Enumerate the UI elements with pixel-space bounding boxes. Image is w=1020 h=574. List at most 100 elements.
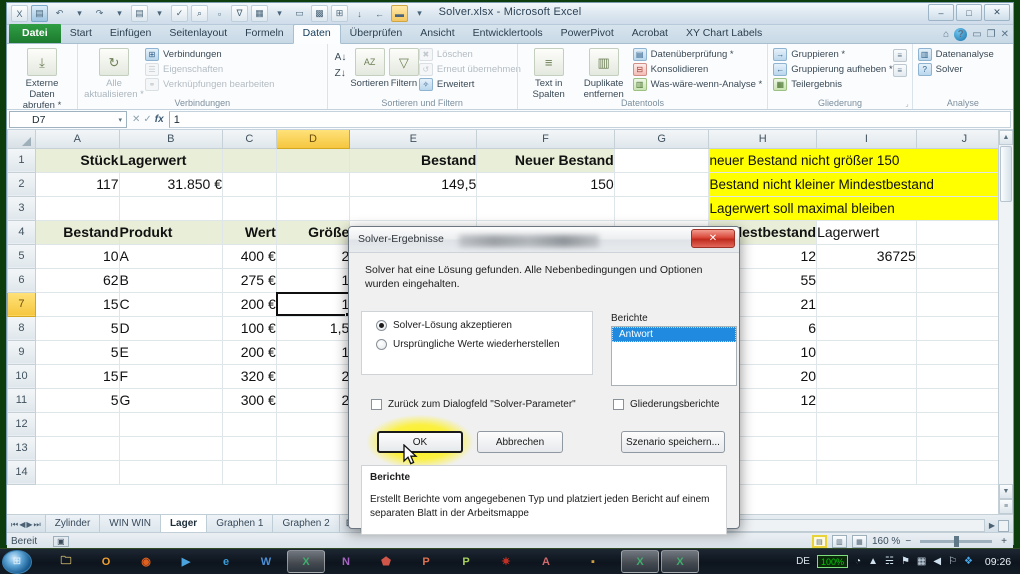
minimize-button[interactable]: –	[928, 4, 954, 21]
sheet-nav-buttons[interactable]: ⏮ ◀ ▶ ⏭	[7, 520, 45, 532]
remove-duplicates-button[interactable]: ▥ Duplikate entfernen	[575, 46, 633, 100]
cell-b10[interactable]: F	[119, 364, 224, 389]
page-layout-view-button[interactable]: ▥	[831, 535, 847, 548]
checkbox-return-to-dialog[interactable]: Zurück zum Dialogfeld "Solver-Parameter"	[371, 399, 576, 410]
column-header-d[interactable]: D	[275, 130, 351, 149]
taskbar-internet-explorer[interactable]: e	[207, 550, 245, 573]
cell-f1[interactable]: Neuer Bestand	[476, 148, 615, 173]
cell-c6[interactable]: 275 €	[222, 268, 277, 293]
cell-c3[interactable]	[222, 196, 277, 221]
cancel-formula-icon[interactable]: ✕	[132, 114, 140, 125]
cell-d1[interactable]	[276, 148, 351, 173]
sheet-tab-graphen-2[interactable]: Graphen 2	[272, 514, 340, 532]
cell-d11[interactable]: 2	[276, 388, 351, 413]
last-sheet-button[interactable]: ⏭	[34, 520, 41, 530]
taskbar-excel-window-1[interactable]: X	[621, 550, 659, 573]
taskbar-powerpoint[interactable]: P	[407, 550, 445, 573]
consolidate-button[interactable]: ⊟ Konsolidieren	[632, 63, 763, 76]
scroll-up-button[interactable]: ▲	[999, 130, 1013, 145]
cell-a6[interactable]: 62	[35, 268, 120, 293]
cell-b4[interactable]: Produkt	[119, 220, 224, 245]
cell-b1[interactable]: Lagerwert	[119, 148, 224, 173]
cell-a11[interactable]: 5	[35, 388, 120, 413]
taskbar-items[interactable]: 🗀 O ◉ ▶ e W X N ⬟ P P ✷ A ▪ X X	[46, 550, 700, 573]
column-header-a[interactable]: A	[34, 130, 120, 149]
windows-taskbar[interactable]: ⊞ 🗀 O ◉ ▶ e W X N ⬟ P P ✷ A ▪ X X DE 100…	[0, 548, 1020, 574]
normal-view-button[interactable]: ▤	[811, 535, 827, 548]
taskbar-media-player[interactable]: ▶	[167, 550, 205, 573]
tab-acrobat[interactable]: Acrobat	[623, 25, 677, 43]
cell-h1-note[interactable]: neuer Bestand nicht größer 150	[708, 148, 1013, 173]
connections-button[interactable]: ⊞ Verbindungen	[145, 48, 274, 61]
taskbar-office[interactable]: O	[87, 550, 125, 573]
cell-c12[interactable]	[222, 412, 277, 437]
cell-a1[interactable]: Stück	[35, 148, 120, 173]
hide-detail-icon[interactable]: ≡	[892, 64, 907, 77]
taskbar-app-red[interactable]: ✷	[487, 550, 525, 573]
taskbar-access[interactable]: A	[527, 550, 565, 573]
checkbox-icon[interactable]	[371, 399, 382, 410]
cell-a3[interactable]	[35, 196, 120, 221]
show-detail-icon[interactable]: ≡	[892, 49, 907, 62]
page-break-view-button[interactable]: ▦	[851, 535, 867, 548]
cell-i9[interactable]	[816, 340, 917, 365]
what-if-analysis-button[interactable]: ▥ Was-wäre-wenn-Analyse *	[632, 78, 762, 91]
action-center-icon[interactable]: ⚑	[901, 556, 910, 567]
tab-datei[interactable]: Datei	[9, 24, 61, 43]
cell-d5[interactable]: 2	[276, 244, 351, 269]
taskbar-acrobat[interactable]: ⬟	[367, 550, 405, 573]
radio-restore-values[interactable]: Ursprüngliche Werte wiederherstellen	[362, 331, 592, 350]
insert-function-icon[interactable]: fx	[155, 114, 164, 125]
macro-record-button[interactable]: ▣	[53, 536, 69, 547]
ungroup-button[interactable]: ← Gruppierung aufheben *	[773, 63, 893, 76]
cell-d12[interactable]	[276, 412, 351, 437]
home-icon[interactable]: ⌂	[943, 29, 949, 40]
sheet-tab-win-win[interactable]: WIN WIN	[99, 514, 161, 532]
outline-dialog-launcher[interactable]: ⌟	[905, 100, 908, 108]
cell-c9[interactable]: 200 €	[222, 340, 277, 365]
cell-h3-note[interactable]: Lagerwert soll maximal bleiben	[708, 196, 1013, 221]
close-window-icon[interactable]: ✕	[1001, 29, 1009, 40]
row-header-12[interactable]: 12	[7, 411, 36, 437]
cell-c8[interactable]: 100 €	[222, 316, 277, 341]
tab-ueberpruefen[interactable]: Überprüfen	[341, 25, 412, 43]
cell-b11[interactable]: G	[119, 388, 224, 413]
ribbon-minimize-icon[interactable]: ▭	[972, 29, 981, 40]
ribbon-tab-strip[interactable]: Datei Start Einfügen Seitenlayout Formel…	[7, 24, 1013, 44]
properties-button[interactable]: ☰ Eigenschaften	[145, 63, 274, 76]
cell-d2[interactable]	[276, 172, 351, 197]
taskbar-publisher[interactable]: P	[447, 550, 485, 573]
cell-d10[interactable]: 2	[276, 364, 351, 389]
cell-a13[interactable]	[35, 436, 120, 461]
get-external-data-button[interactable]: ⤓ Externe Daten abrufen *	[12, 46, 72, 111]
taskbar-onenote[interactable]: N	[327, 550, 365, 573]
first-sheet-button[interactable]: ⏮	[11, 520, 18, 530]
subtotal-button[interactable]: ▦ Teilergebnis	[773, 78, 892, 91]
cell-c11[interactable]: 300 €	[222, 388, 277, 413]
vertical-scroll-thumb[interactable]	[1000, 146, 1012, 202]
cell-d9[interactable]: 1	[276, 340, 351, 365]
cell-e2[interactable]: 149,5	[349, 172, 478, 197]
battery-indicator[interactable]: 100%	[816, 555, 849, 568]
column-header-c[interactable]: C	[222, 130, 277, 149]
volume-icon[interactable]: ◀	[933, 556, 941, 567]
scroll-down-button[interactable]: ▼	[999, 484, 1013, 499]
cell-d14[interactable]	[276, 460, 351, 485]
row-header-8[interactable]: 8	[7, 315, 36, 341]
cell-c1[interactable]	[222, 148, 277, 173]
sort-ascending-button[interactable]: A↓	[335, 52, 347, 63]
show-hidden-icons[interactable]: ▲	[868, 556, 878, 567]
cell-a7[interactable]: 15	[35, 292, 120, 317]
row-header-11[interactable]: 11	[7, 387, 36, 413]
cell-f3[interactable]	[476, 196, 615, 221]
taskbar-clock[interactable]: 09:26	[980, 556, 1016, 568]
data-validation-button[interactable]: ▤ Datenüberprüfung *	[632, 48, 763, 61]
cell-g3[interactable]	[614, 196, 710, 221]
cell-c5[interactable]: 400 €	[222, 244, 277, 269]
row-header-2[interactable]: 2	[7, 171, 36, 197]
name-box-dropdown-icon[interactable]: ▾	[118, 116, 122, 124]
next-sheet-button[interactable]: ▶	[26, 520, 32, 530]
cell-a5[interactable]: 10	[35, 244, 120, 269]
cell-b8[interactable]: D	[119, 316, 224, 341]
cell-i4[interactable]: Lagerwert	[816, 220, 917, 245]
